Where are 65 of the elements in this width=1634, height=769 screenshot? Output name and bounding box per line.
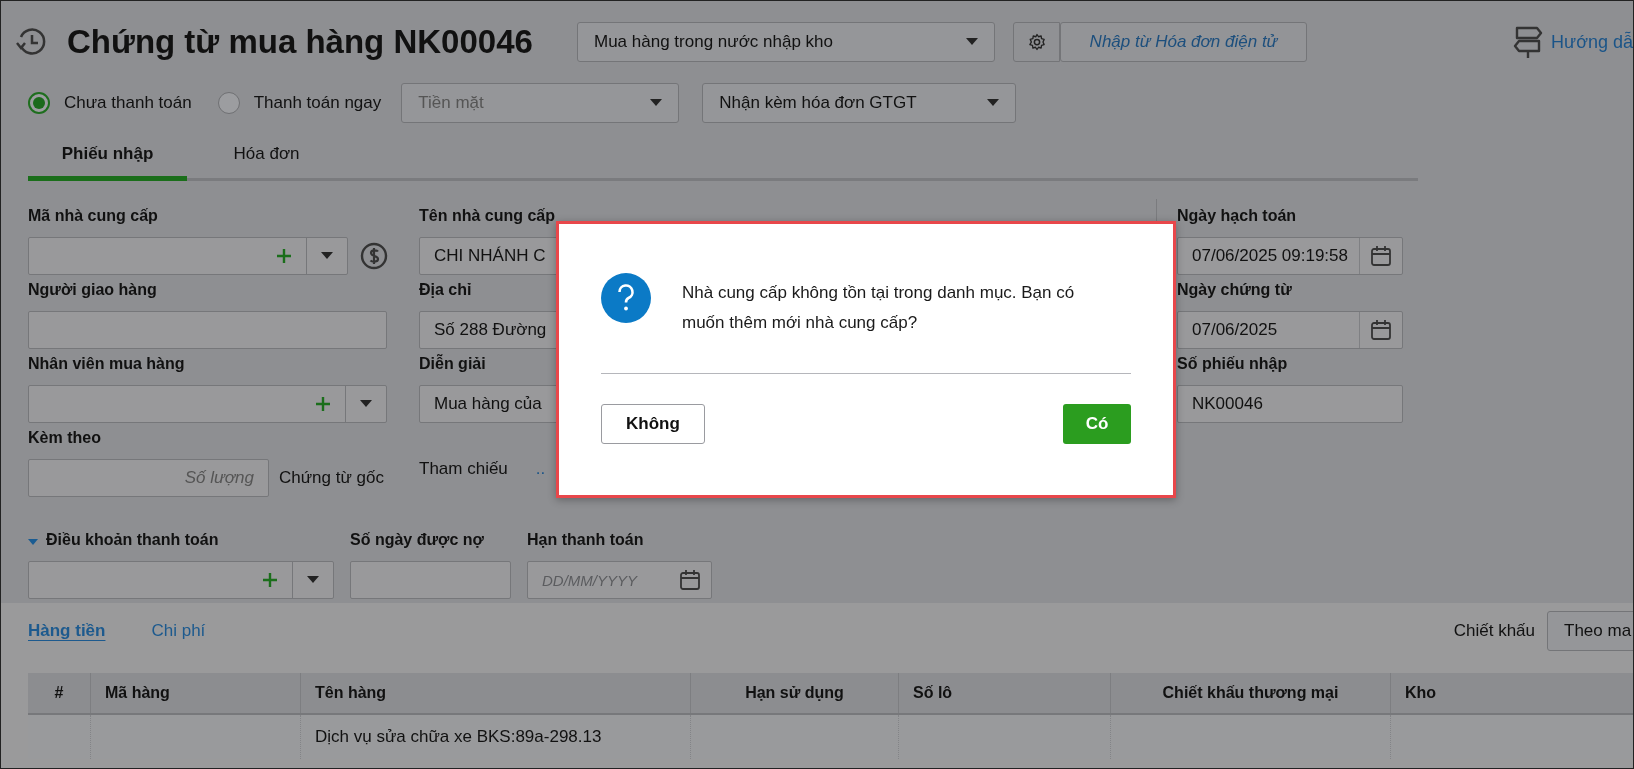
settings-button[interactable]: [1013, 22, 1060, 62]
voucher-number-field[interactable]: NK00046: [1177, 385, 1403, 423]
invoice-dropdown[interactable]: Nhận kèm hóa đơn GTGT: [702, 83, 1017, 123]
radio-button[interactable]: [28, 92, 50, 114]
field-label: Mã nhà cung cấp: [28, 207, 158, 226]
field-label: Ngày hạch toán: [1177, 207, 1297, 226]
caret-icon[interactable]: [360, 400, 372, 408]
plus-icon[interactable]: [262, 572, 278, 588]
caret-icon[interactable]: [307, 576, 319, 584]
field-label: Người giao hàng: [28, 281, 157, 300]
discount-label: Chiết khấu: [1453, 621, 1535, 641]
caret-icon: [987, 99, 1000, 107]
radio-label: Chưa thanh toán: [64, 93, 192, 113]
discount-dropdown[interactable]: Theo ma: [1547, 611, 1633, 651]
dollar-icon[interactable]: [360, 242, 388, 270]
column-header: #: [28, 673, 91, 713]
deliverer-field[interactable]: [28, 311, 387, 349]
dialog-message: Nhà cung cấp không tồn tại trong danh mục. Bạn có muốn thêm mới nhà cung cấp?: [682, 282, 1076, 334]
cancel-button[interactable]: Không: [601, 404, 705, 444]
field-label: Hạn thanh toán: [527, 531, 644, 550]
column-header: Số lô: [899, 673, 1111, 713]
credit-days-field[interactable]: [350, 561, 511, 599]
payment-terms-field[interactable]: [28, 561, 334, 599]
voucher-date-field[interactable]: 07/06/2025: [1177, 311, 1403, 349]
calendar-icon[interactable]: [1370, 319, 1392, 341]
tab[interactable]: Phiếu nhập: [28, 133, 187, 181]
caret-icon: [650, 99, 663, 107]
signpost-icon[interactable]: [1513, 25, 1544, 59]
field-label: Diễn giải: [419, 355, 486, 374]
field-label: Số phiếu nhập: [1177, 355, 1288, 374]
reference-label: Tham chiếu: [419, 459, 508, 479]
field-label: Kèm theo: [28, 429, 101, 448]
buyer-field[interactable]: [28, 385, 387, 423]
confirm-button[interactable]: Có: [1063, 404, 1131, 444]
plus-icon[interactable]: [276, 248, 292, 264]
column-header: Chiết khấu thương mại: [1111, 673, 1391, 713]
field-label: Nhân viên mua hàng: [28, 355, 185, 374]
caret-icon: [966, 38, 978, 46]
page-title: Chứng từ mua hàng NK00046: [67, 23, 534, 61]
quantity-field[interactable]: Số lượng: [28, 459, 269, 497]
caret-icon[interactable]: [321, 252, 333, 260]
gear-icon: [1027, 33, 1046, 51]
column-header: Mã hàng: [91, 673, 301, 713]
column-header: Hạn sử dụng: [691, 673, 899, 713]
field-label: Điều khoản thanh toán: [46, 531, 219, 550]
collapse-caret-icon[interactable]: [28, 538, 38, 546]
table-cell: Dịch vụ sửa chữa xe BKS:89a-298.13: [301, 715, 691, 759]
tab[interactable]: Hóa đơn: [187, 133, 346, 181]
posting-date-field[interactable]: 07/06/2025 09:19:58: [1177, 237, 1403, 275]
column-header: Tên hàng: [301, 673, 691, 713]
field-label: Số ngày được nợ: [350, 531, 484, 550]
field-label: Địa chỉ: [419, 281, 472, 300]
radio-button[interactable]: [217, 92, 240, 114]
radio-label: Thanh toán ngay: [253, 93, 382, 113]
supplier-code-field[interactable]: [28, 237, 348, 275]
column-header: Kho: [1391, 673, 1633, 713]
plus-icon[interactable]: [315, 396, 331, 412]
field-label: Tên nhà cung cấp: [419, 207, 555, 226]
attachment-suffix: Chứng từ gốc: [279, 468, 384, 488]
calendar-icon[interactable]: [1370, 245, 1392, 267]
question-icon: [601, 273, 651, 323]
history-icon[interactable]: [15, 26, 47, 58]
voucher-type-dropdown[interactable]: Mua hàng trong nước nhập kho: [577, 22, 995, 62]
calendar-icon[interactable]: [679, 569, 701, 591]
field-label: Ngày chứng từ: [1177, 281, 1292, 300]
